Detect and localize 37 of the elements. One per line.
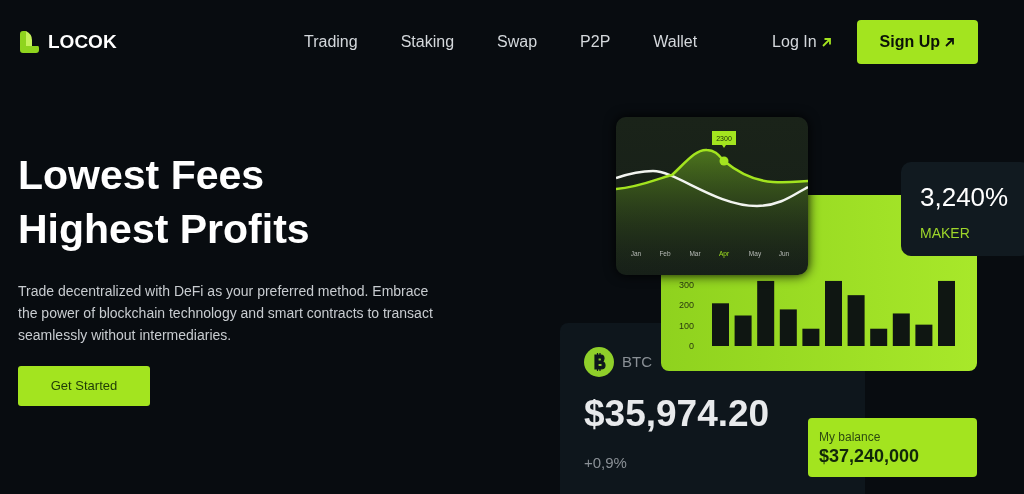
axis-tick-label: 100: [678, 320, 694, 331]
bar: [757, 280, 775, 346]
maker-label: MAKER: [920, 224, 971, 243]
bar: [847, 295, 865, 346]
bar: [802, 328, 820, 346]
log-in-link[interactable]: Log In: [772, 30, 832, 54]
bar: [712, 303, 729, 346]
balance-label: My balance: [819, 429, 882, 446]
get-started-button[interactable]: Get Started: [18, 366, 150, 406]
axis-tick-label: 0: [689, 341, 694, 351]
bar: [825, 280, 842, 346]
axis-tick-label: 300: [678, 280, 694, 290]
nav-link[interactable]: P2P: [580, 30, 611, 54]
maker-value: 3,240%: [920, 184, 1010, 210]
bar: [892, 313, 910, 346]
nav-link[interactable]: Trading: [304, 30, 358, 54]
nav-link[interactable]: Staking: [400, 30, 455, 54]
arrow-icon: [820, 36, 832, 48]
arrow-icon: [944, 36, 955, 48]
bar: [870, 328, 888, 346]
bar: [734, 315, 752, 346]
balance-value: $37,240,000: [819, 446, 921, 468]
data-point: [719, 156, 729, 166]
bar: [779, 309, 797, 346]
bar: [938, 280, 955, 346]
nav-link[interactable]: Swap: [497, 30, 538, 54]
axis-tick-label: 200: [678, 300, 694, 311]
bar: [915, 324, 933, 346]
sign-up-button[interactable]: Sign Up: [856, 20, 978, 64]
coin-symbol: BTC: [622, 351, 652, 372]
hero-description: Trade decentralized with DeFi as your preferred method. Embrace the power of blockchain technology and smart contracts to transact seamlessly without intermediaries.: [18, 282, 434, 345]
hero-title: Lowest Fees Highest Profits: [18, 151, 311, 254]
bitcoin-icon: [584, 347, 614, 377]
nav-link[interactable]: Wallet: [653, 30, 698, 54]
logo-icon: [18, 30, 40, 54]
brand-name: LOCOK: [48, 29, 117, 54]
coin-price: $35,974.20: [584, 395, 771, 432]
